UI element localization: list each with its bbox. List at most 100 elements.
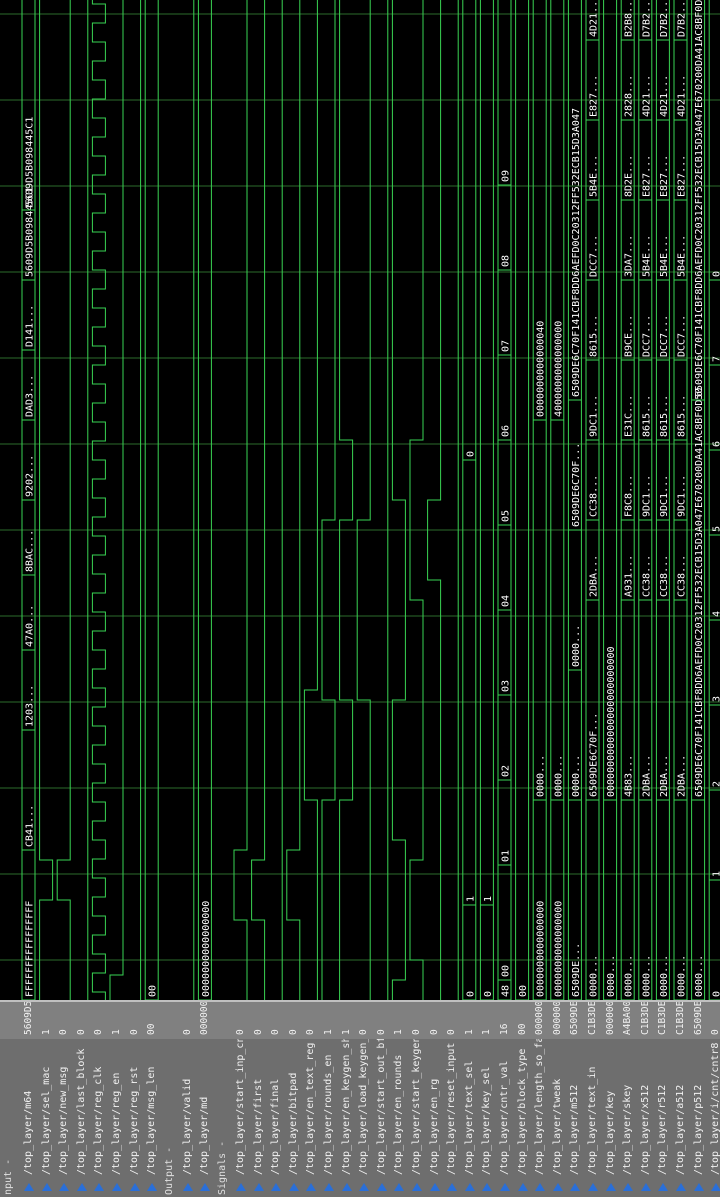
signal-value: 6509DE... [692, 1002, 704, 1035]
signal-name[interactable]: /top_layer/r512 [654, 1085, 672, 1175]
signal-type-icon [623, 1183, 634, 1191]
signal-type-icon [112, 1183, 122, 1191]
bus-value-label: 07 [501, 340, 512, 352]
signal-name[interactable]: /top_layer/first [250, 1079, 268, 1175]
bus-value-label: 9DC1... [659, 475, 670, 517]
signal-name[interactable]: /top_layer/length_so_far [531, 1039, 549, 1175]
signal-name[interactable]: /top_layer/valid [179, 1079, 197, 1175]
signal-name[interactable]: /top_layer/m512 [566, 1085, 584, 1175]
bus-segment [532, 420, 547, 801]
bus-value-label: CB41... [25, 805, 36, 847]
signal-name[interactable]: /top_layer/tweak [549, 1079, 567, 1175]
signal-name[interactable]: /top_layer/x512 [637, 1085, 655, 1175]
bit-waveform [233, 0, 248, 1000]
signal-type-icon [412, 1183, 422, 1191]
signal-name[interactable]: /top_layer/skey [619, 1085, 637, 1175]
bus-value-label: 5B4E... [677, 235, 688, 277]
waveform-window: nput - /top_layer/m64/top_layer/sel_mac /… [0, 0, 720, 1197]
group-label[interactable]: Signals - [214, 1141, 232, 1195]
bus-value-label: 48 [501, 985, 512, 997]
signal-type-icon [236, 1183, 246, 1191]
bus-value-label: F8C8... [624, 475, 635, 517]
bus-value-label: DCC7... [659, 315, 670, 357]
signal-type-icon [447, 1183, 458, 1191]
signal-name[interactable]: /top_layer/a512 [672, 1085, 690, 1175]
bus-value-label: 2DBA... [589, 555, 600, 597]
signal-value: A4BA00... [622, 1002, 634, 1035]
signal-name[interactable]: /top_layer/rounds_en [320, 1055, 338, 1175]
bus-value-label: 0000000000000000 [553, 901, 564, 997]
signal-name[interactable]: /top_layer/load_keygen_shr [355, 1039, 373, 1175]
signal-name[interactable]: /top_layer/md [196, 1097, 214, 1175]
signal-name[interactable]: /top_layer/start_inp_cntr [232, 1039, 250, 1175]
bit-waveform [39, 0, 54, 1000]
signal-value: 1 [323, 1029, 334, 1035]
signal-value: 0 [411, 1029, 422, 1035]
signal-name[interactable]: /top_layer/block_type [514, 1049, 532, 1175]
pane-divider[interactable] [0, 1000, 720, 1002]
signal-name[interactable]: /top_layer/cntr_val [496, 1061, 514, 1175]
signal-name[interactable]: /top_layer/key_sel [478, 1067, 496, 1175]
bus-segment [708, 705, 720, 791]
signal-type-icon [429, 1183, 440, 1191]
bit-waveform [409, 0, 424, 1000]
signal-name[interactable]: /top_layer/p512 [690, 1085, 708, 1175]
group-label[interactable]: Output - [161, 1147, 179, 1195]
signal-name[interactable]: /top_layer/en_text_reg [302, 1043, 320, 1175]
signal-name[interactable]: /top_layer/start_out_bfr [373, 1039, 391, 1175]
waveform-canvas[interactable]: FFFFFFFFFFFFFFFF CB41... 1203... 47A0... 8BA… [0, 0, 720, 1000]
signal-type-icon [182, 1183, 193, 1191]
bus-value-label: 9DC1... [641, 475, 652, 517]
bus-value-label: B9CE... [624, 315, 635, 357]
bus-segment [708, 620, 720, 706]
bus-value-label: 0000... [624, 955, 635, 997]
bus-value-label: 0000000000000000000000000 [606, 646, 617, 797]
signal-name[interactable]: /top_layer/bitpad [285, 1073, 303, 1175]
bus-value-label: 0000... [571, 625, 582, 667]
signal-name[interactable]: /top_layer/sel_mac [38, 1067, 56, 1175]
bus-value-label: 9DC1... [677, 475, 688, 517]
signal-type-icon [570, 1183, 581, 1191]
signal-value: 0 [707, 1029, 720, 1035]
signal-name[interactable]: /top_layer/reg_en [108, 1073, 126, 1175]
bus-value-label: CC38... [641, 555, 652, 597]
signal-name[interactable]: /top_layer/en_keygen_shr [338, 1039, 356, 1175]
signal-type-icon [464, 1183, 475, 1191]
signal-name[interactable]: /top_layer/final [267, 1079, 285, 1175]
signal-value-pane[interactable]: 5609D5... 1 0 0 0 1 0 00 0 000000... 0 0 0 0 0 1 1 0 0 1 0 0 0… [0, 1002, 720, 1039]
signal-name[interactable]: /top_layer/reset_input [443, 1043, 461, 1175]
waveform-pane[interactable]: FFFFFFFFFFFFFFFF CB41... 1203... 47A0... 8BA… [0, 0, 720, 1000]
bus-segment [144, 0, 159, 1000]
signal-name[interactable]: /top_layer/reg_rst [126, 1067, 144, 1175]
signal-name[interactable]: /top_layer/last_block [73, 1049, 91, 1175]
signal-value: 0 [181, 1029, 193, 1035]
signal-value: 0 [287, 1029, 299, 1035]
signal-name[interactable]: /top_layer/text_sel [461, 1061, 479, 1175]
bus-value-label: 6509DE... [571, 943, 582, 997]
signal-name[interactable]: /top_layer/en_rounds [390, 1055, 408, 1175]
signal-name[interactable]: /top_layer/i/cnt/cntr8_tmp [707, 1039, 720, 1175]
bus-value-label: 5B4E... [659, 235, 670, 277]
bus-segment [708, 880, 720, 1000]
signal-type-icon [24, 1183, 34, 1191]
bus-value-label: 09 [501, 170, 512, 182]
signal-name[interactable]: /top_layer/new_msg [55, 1067, 73, 1175]
signal-name[interactable]: /top_layer/reg_clk [90, 1067, 108, 1175]
signal-name[interactable]: /top_layer/en_rg [426, 1079, 444, 1175]
signal-type-icon [271, 1183, 282, 1191]
bus-value-label: 0000000000000040 [536, 321, 547, 417]
signal-value: 0 [93, 1029, 105, 1035]
signal-name[interactable]: /top_layer/text_in [584, 1067, 602, 1175]
signal-name[interactable]: /top_layer/key [602, 1091, 620, 1175]
bus-segment [708, 790, 720, 881]
bus-value-label: 1203... [25, 685, 36, 727]
signal-name[interactable]: /top_layer/m64 [20, 1091, 38, 1175]
bus-value-label: 0000... [641, 955, 652, 997]
signal-name[interactable]: /top_layer/msg_len [143, 1067, 161, 1175]
signal-name-pane[interactable]: nput - /top_layer/m64/top_layer/sel_mac /… [0, 1039, 720, 1197]
signal-type-icon [341, 1183, 352, 1191]
signal-value: 0 [58, 1029, 70, 1035]
signal-type-icon [76, 1183, 87, 1191]
signal-name[interactable]: /top_layer/start_keygen [408, 1039, 426, 1175]
bus-segment [515, 0, 530, 1000]
